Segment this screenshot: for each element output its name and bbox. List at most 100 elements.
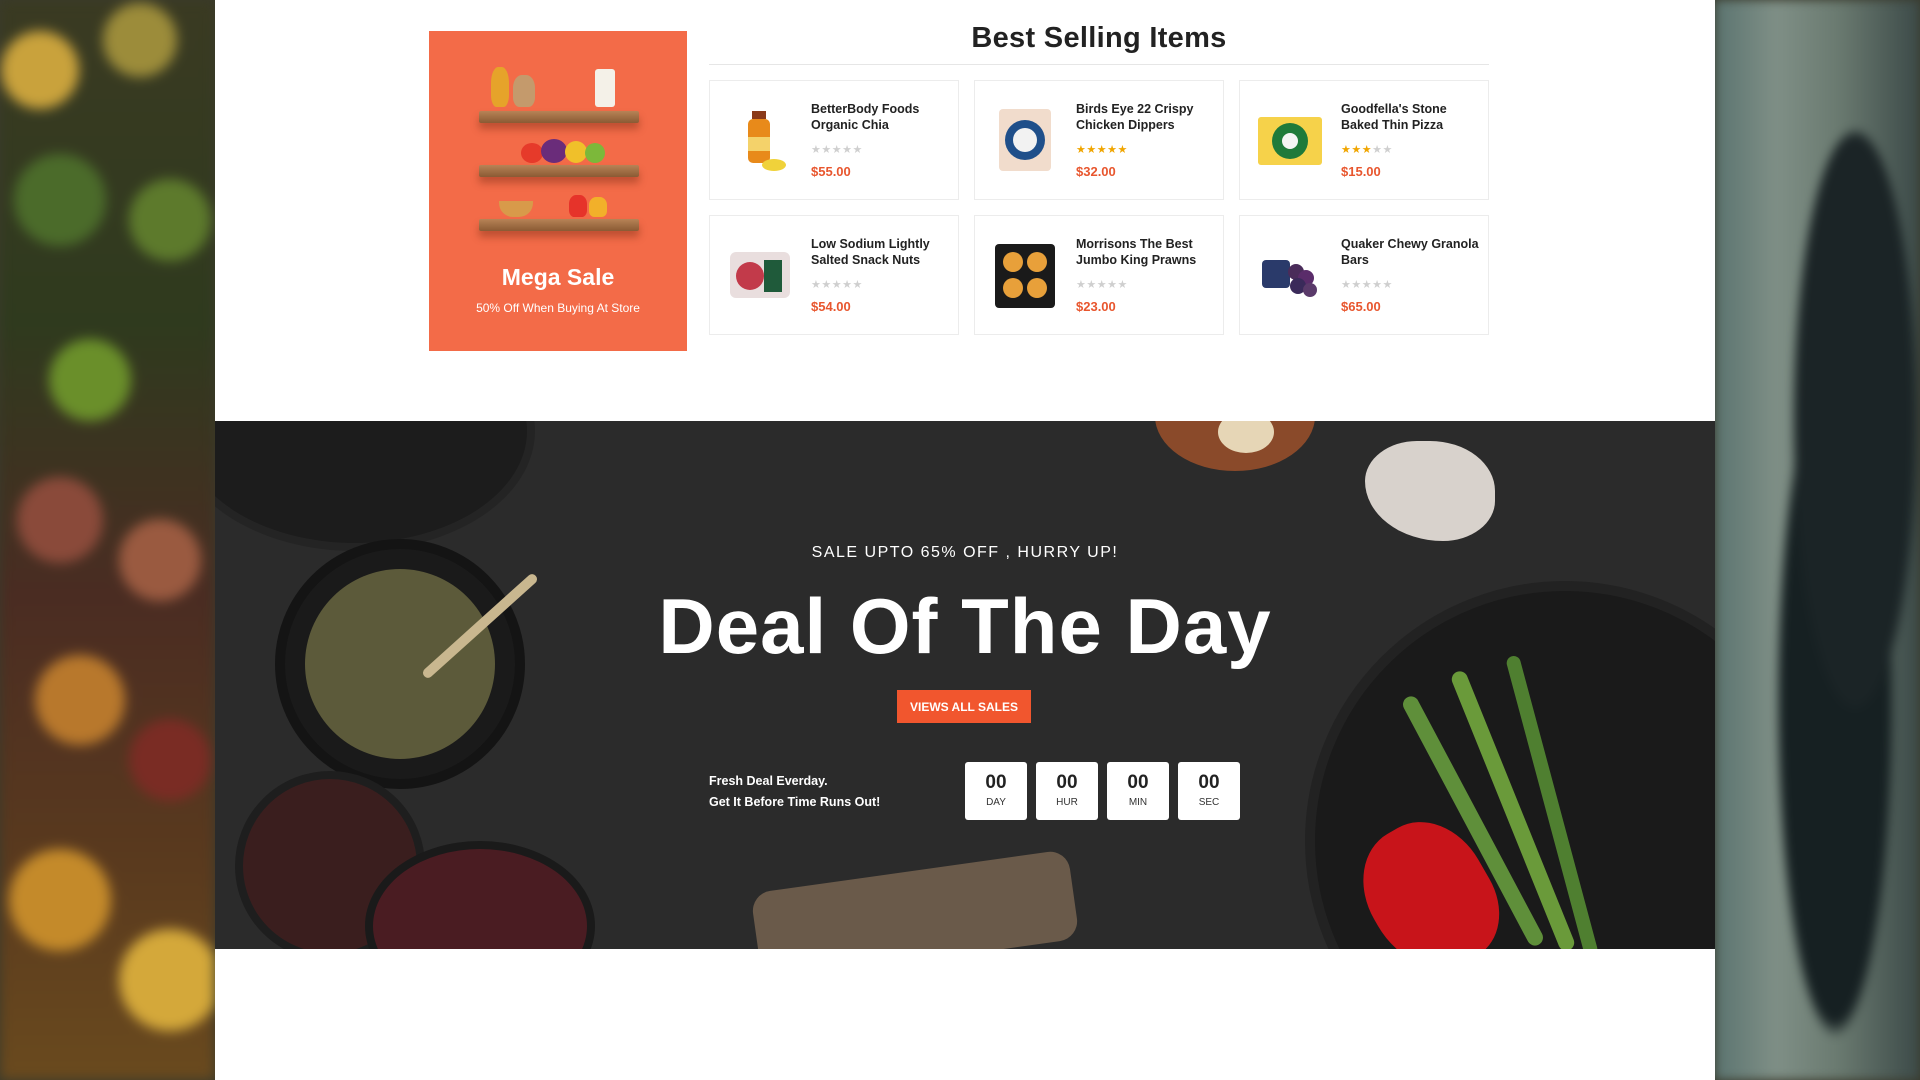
deal-title: Deal Of The Day <box>658 582 1272 670</box>
countdown-label: MIN <box>1128 797 1148 808</box>
apple-icon <box>521 143 543 163</box>
rating-stars: ★★★★★ <box>1341 143 1393 156</box>
countdown-value: 00 <box>1056 772 1078 793</box>
product-name[interactable]: Low Sodium Lightly Salted Snack Nuts <box>811 236 951 268</box>
pepper-yellow-icon <box>589 197 607 217</box>
shelf-top <box>479 111 639 123</box>
shelf-bottom <box>479 219 639 231</box>
star-empty-icon: ★ <box>842 279 853 291</box>
countdown-minute: 00 MIN <box>1107 762 1169 820</box>
star-empty-icon: ★ <box>1361 279 1373 291</box>
star-filled-icon: ★ <box>1096 144 1108 156</box>
deal-note: Fresh Deal Everday. Get It Before Time R… <box>709 771 880 813</box>
mega-sale-subtitle: 50% Off When Buying At Store <box>476 301 640 315</box>
product-name[interactable]: Goodfella's Stone Baked Thin Pizza <box>1341 101 1481 133</box>
product-price: $54.00 <box>811 299 851 314</box>
sack-icon <box>513 75 535 107</box>
lime-icon <box>585 143 605 163</box>
countdown-label: DAY <box>986 797 1006 808</box>
product-name[interactable]: Quaker Chewy Granola Bars <box>1341 236 1481 268</box>
star-filled-icon: ★ <box>1351 144 1362 156</box>
lemon-icon <box>565 141 587 163</box>
star-empty-icon: ★ <box>852 144 863 156</box>
king-prawns-pack-icon[interactable] <box>987 103 1062 178</box>
product-price: $23.00 <box>1076 299 1116 314</box>
countdown-value: 00 <box>1127 772 1149 793</box>
pies-tray-icon[interactable] <box>987 238 1062 313</box>
raspberry-pack-icon[interactable] <box>722 238 797 313</box>
deal-eyebrow: SALE UPTO 65% OFF , HURRY UP! <box>811 544 1119 561</box>
product-name[interactable]: Birds Eye 22 Crispy Chicken Dippers <box>1076 101 1216 133</box>
backdrop-right-market <box>1715 0 1920 1080</box>
juice-bottle-icon[interactable] <box>722 103 797 178</box>
countdown-day: 00 DAY <box>965 762 1027 820</box>
countdown-second: 00 SEC <box>1178 762 1240 820</box>
garlic <box>1365 441 1495 541</box>
star-empty-icon: ★ <box>811 279 822 291</box>
star-empty-icon: ★ <box>1117 279 1128 291</box>
shelf-middle <box>479 165 639 177</box>
star-empty-icon: ★ <box>1086 279 1097 291</box>
best-selling-title: Best Selling Items <box>971 22 1227 54</box>
product-card[interactable]: Birds Eye 22 Crispy Chicken Dippers ★★★★… <box>974 80 1224 200</box>
star-empty-icon: ★ <box>1372 144 1383 156</box>
jar-icon <box>595 69 615 107</box>
countdown-label: SEC <box>1198 797 1220 808</box>
backdrop-left-market <box>0 0 215 1080</box>
star-empty-icon: ★ <box>1382 279 1393 291</box>
cutting-board <box>750 849 1080 949</box>
star-empty-icon: ★ <box>842 144 853 156</box>
rating-stars: ★★★★★ <box>1076 278 1128 291</box>
star-empty-icon: ★ <box>831 279 843 291</box>
rating-stars: ★★★★★ <box>811 143 863 156</box>
product-price: $55.00 <box>811 164 851 179</box>
star-empty-icon: ★ <box>1096 279 1108 291</box>
star-empty-icon: ★ <box>811 144 822 156</box>
pepper-red-icon <box>569 195 587 217</box>
countdown-value: 00 <box>1198 772 1220 793</box>
product-card[interactable]: Low Sodium Lightly Salted Snack Nuts ★★★… <box>709 215 959 335</box>
grapes-icon[interactable] <box>1252 238 1327 313</box>
star-empty-icon: ★ <box>831 144 843 156</box>
product-card[interactable]: Quaker Chewy Granola Bars ★★★★★ $65.00 <box>1239 215 1489 335</box>
star-filled-icon: ★ <box>1117 144 1128 156</box>
star-empty-icon: ★ <box>1372 279 1383 291</box>
grapes-cluster-icon <box>541 139 567 163</box>
deal-note-line1: Fresh Deal Everday. <box>709 774 828 788</box>
star-empty-icon: ★ <box>821 279 832 291</box>
rating-stars: ★★★★★ <box>1076 143 1128 156</box>
countdown-label: HUR <box>1056 797 1078 808</box>
product-price: $65.00 <box>1341 299 1381 314</box>
star-empty-icon: ★ <box>1076 279 1087 291</box>
product-card[interactable]: Morrisons The Best Jumbo King Prawns ★★★… <box>974 215 1224 335</box>
mega-sale-banner[interactable]: Mega Sale 50% Off When Buying At Store <box>429 31 687 351</box>
star-filled-icon: ★ <box>1086 144 1097 156</box>
pizza-box-icon[interactable] <box>1252 103 1327 178</box>
oil-bottle-icon <box>491 67 509 107</box>
pan-top-left <box>215 421 535 551</box>
view-all-sales-button[interactable]: VIEWS ALL SALES <box>897 690 1031 723</box>
product-card[interactable]: BetterBody Foods Organic Chia ★★★★★ $55.… <box>709 80 959 200</box>
mega-sale-title: Mega Sale <box>501 264 615 290</box>
star-empty-icon: ★ <box>821 144 832 156</box>
star-filled-icon: ★ <box>1341 144 1352 156</box>
star-empty-icon: ★ <box>852 279 863 291</box>
star-empty-icon: ★ <box>1382 144 1393 156</box>
deal-note-line2: Get It Before Time Runs Out! <box>709 795 881 809</box>
star-empty-icon: ★ <box>1351 279 1362 291</box>
star-filled-icon: ★ <box>1107 144 1118 156</box>
star-empty-icon: ★ <box>1341 279 1352 291</box>
countdown-hour: 00 HUR <box>1036 762 1098 820</box>
rating-stars: ★★★★★ <box>811 278 863 291</box>
product-name[interactable]: Morrisons The Best Jumbo King Prawns <box>1076 236 1216 268</box>
product-price: $15.00 <box>1341 164 1381 179</box>
star-filled-icon: ★ <box>1076 144 1087 156</box>
product-name[interactable]: BetterBody Foods Organic Chia <box>811 101 951 133</box>
deal-of-the-day-section: SALE UPTO 65% OFF , HURRY UP! Deal Of Th… <box>215 421 1715 949</box>
star-empty-icon: ★ <box>1107 279 1118 291</box>
product-card[interactable]: Goodfella's Stone Baked Thin Pizza ★★★★★… <box>1239 80 1489 200</box>
page-content: Mega Sale 50% Off When Buying At Store B… <box>215 0 1715 1080</box>
rating-stars: ★★★★★ <box>1341 278 1393 291</box>
product-price: $32.00 <box>1076 164 1116 179</box>
countdown-value: 00 <box>985 772 1007 793</box>
